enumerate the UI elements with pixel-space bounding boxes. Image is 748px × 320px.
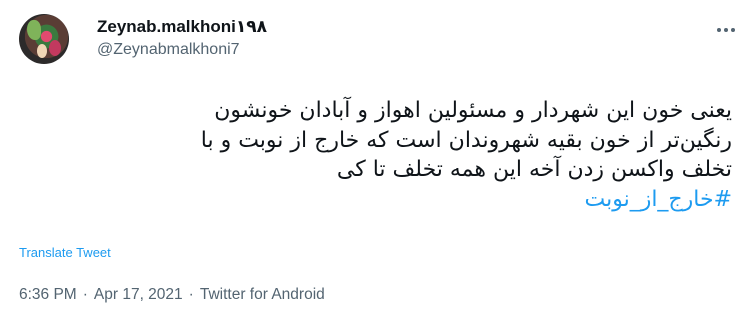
translate-tweet-link[interactable]: Translate Tweet — [19, 245, 111, 261]
tweet-text-line: #خارج_از_نوبت — [20, 185, 732, 215]
tweet-text-line: تخلف واکسن زدن آخه این همه تخلف تا کی — [336, 157, 732, 182]
author-display-name[interactable]: Zeynab.malkhoni۱۹۸ — [97, 17, 267, 37]
meta-separator: · — [188, 286, 194, 303]
tweet-source[interactable]: Twitter for Android — [200, 286, 325, 303]
tweet-text: یعنی خون این شهردار و مسئولین اهواز و آب… — [20, 96, 732, 214]
hashtag-link[interactable]: #خارج_از_نوبت — [584, 187, 732, 212]
tweet-time[interactable]: 6:36 PM — [19, 286, 77, 303]
meta-separator: · — [82, 286, 88, 303]
more-options-button[interactable] — [709, 18, 743, 42]
more-horizontal-icon — [724, 28, 728, 32]
more-horizontal-icon — [731, 28, 735, 32]
tweet-meta: 6:36 PM · Apr 17, 2021 · Twitter for Android — [19, 285, 325, 305]
more-horizontal-icon — [717, 28, 721, 32]
avatar[interactable] — [19, 14, 69, 64]
avatar-flower-shape — [37, 44, 47, 58]
avatar-flower-shape — [27, 20, 41, 40]
tweet-text-line: یعنی خون این شهردار و مسئولین اهواز و آب… — [214, 98, 732, 123]
avatar-flower-shape — [49, 40, 61, 56]
tweet-date[interactable]: Apr 17, 2021 — [94, 286, 183, 303]
tweet-text-line: رنگین‌تر از خون بقیه شهروندان است که خار… — [200, 127, 732, 153]
author-handle[interactable]: @Zeynabmalkhoni7 — [97, 40, 240, 60]
